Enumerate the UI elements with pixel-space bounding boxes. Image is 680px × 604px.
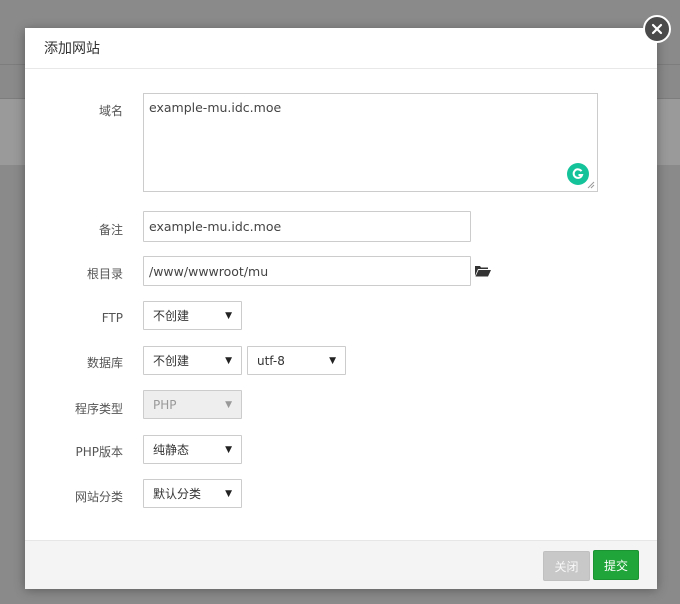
database-selected: 不创建 [153,354,190,368]
php-version-selected: 纯静态 [153,443,190,457]
php-version-select[interactable]: 纯静态 ▼ [143,435,242,464]
domain-textarea[interactable]: example-mu.idc.moe [143,93,598,192]
ftp-select[interactable]: 不创建 ▼ [143,301,242,330]
resize-handle-icon[interactable] [587,181,595,189]
ftp-selected: 不创建 [153,309,190,323]
database-select[interactable]: 不创建 ▼ [143,346,242,375]
dialog-footer: 关闭 提交 [25,540,657,589]
submit-button-label: 提交 [603,558,628,573]
domain-label: 域名 [98,104,123,118]
database-charset-select[interactable]: utf-8 ▼ [247,346,346,375]
folder-open-icon[interactable] [475,265,491,277]
program-type-label: 程序类型 [74,402,123,416]
program-type-selected: PHP [153,397,177,412]
remark-label: 备注 [98,223,123,237]
program-type-select: PHP ▼ [143,390,242,419]
remark-value: example-mu.idc.moe [149,219,282,234]
close-button[interactable]: 关闭 [543,551,590,581]
root-dir-value: /www/wwwroot/mu [149,263,269,279]
domain-value: example-mu.idc.moe [149,100,282,115]
caret-down-icon: ▼ [329,355,336,366]
close-button-label: 关闭 [554,559,579,574]
caret-down-icon: ▼ [225,310,232,321]
site-category-select[interactable]: 默认分类 ▼ [143,479,242,508]
caret-down-icon: ▼ [225,399,232,410]
dialog-header: 添加网站 [25,28,657,69]
site-category-label: 网站分类 [74,490,123,504]
dialog-title: 添加网站 [44,41,100,57]
site-category-selected: 默认分类 [153,487,202,501]
close-icon[interactable] [643,15,671,43]
root-dir-input[interactable]: /www/wwwroot/mu [143,256,471,286]
ftp-label: FTP [101,311,123,325]
caret-down-icon: ▼ [225,355,232,366]
submit-button[interactable]: 提交 [593,550,639,580]
database-label: 数据库 [86,356,123,370]
caret-down-icon: ▼ [225,444,232,455]
database-charset-selected: utf-8 [257,353,285,368]
remark-input[interactable]: example-mu.idc.moe [143,211,471,242]
root-dir-label: 根目录 [86,267,123,281]
php-version-label: PHP版本 [75,445,124,459]
add-site-dialog: 添加网站 域名 example-mu.idc.moe 备注 example-mu… [25,28,657,589]
caret-down-icon: ▼ [225,488,232,499]
grammarly-icon[interactable] [567,163,589,185]
